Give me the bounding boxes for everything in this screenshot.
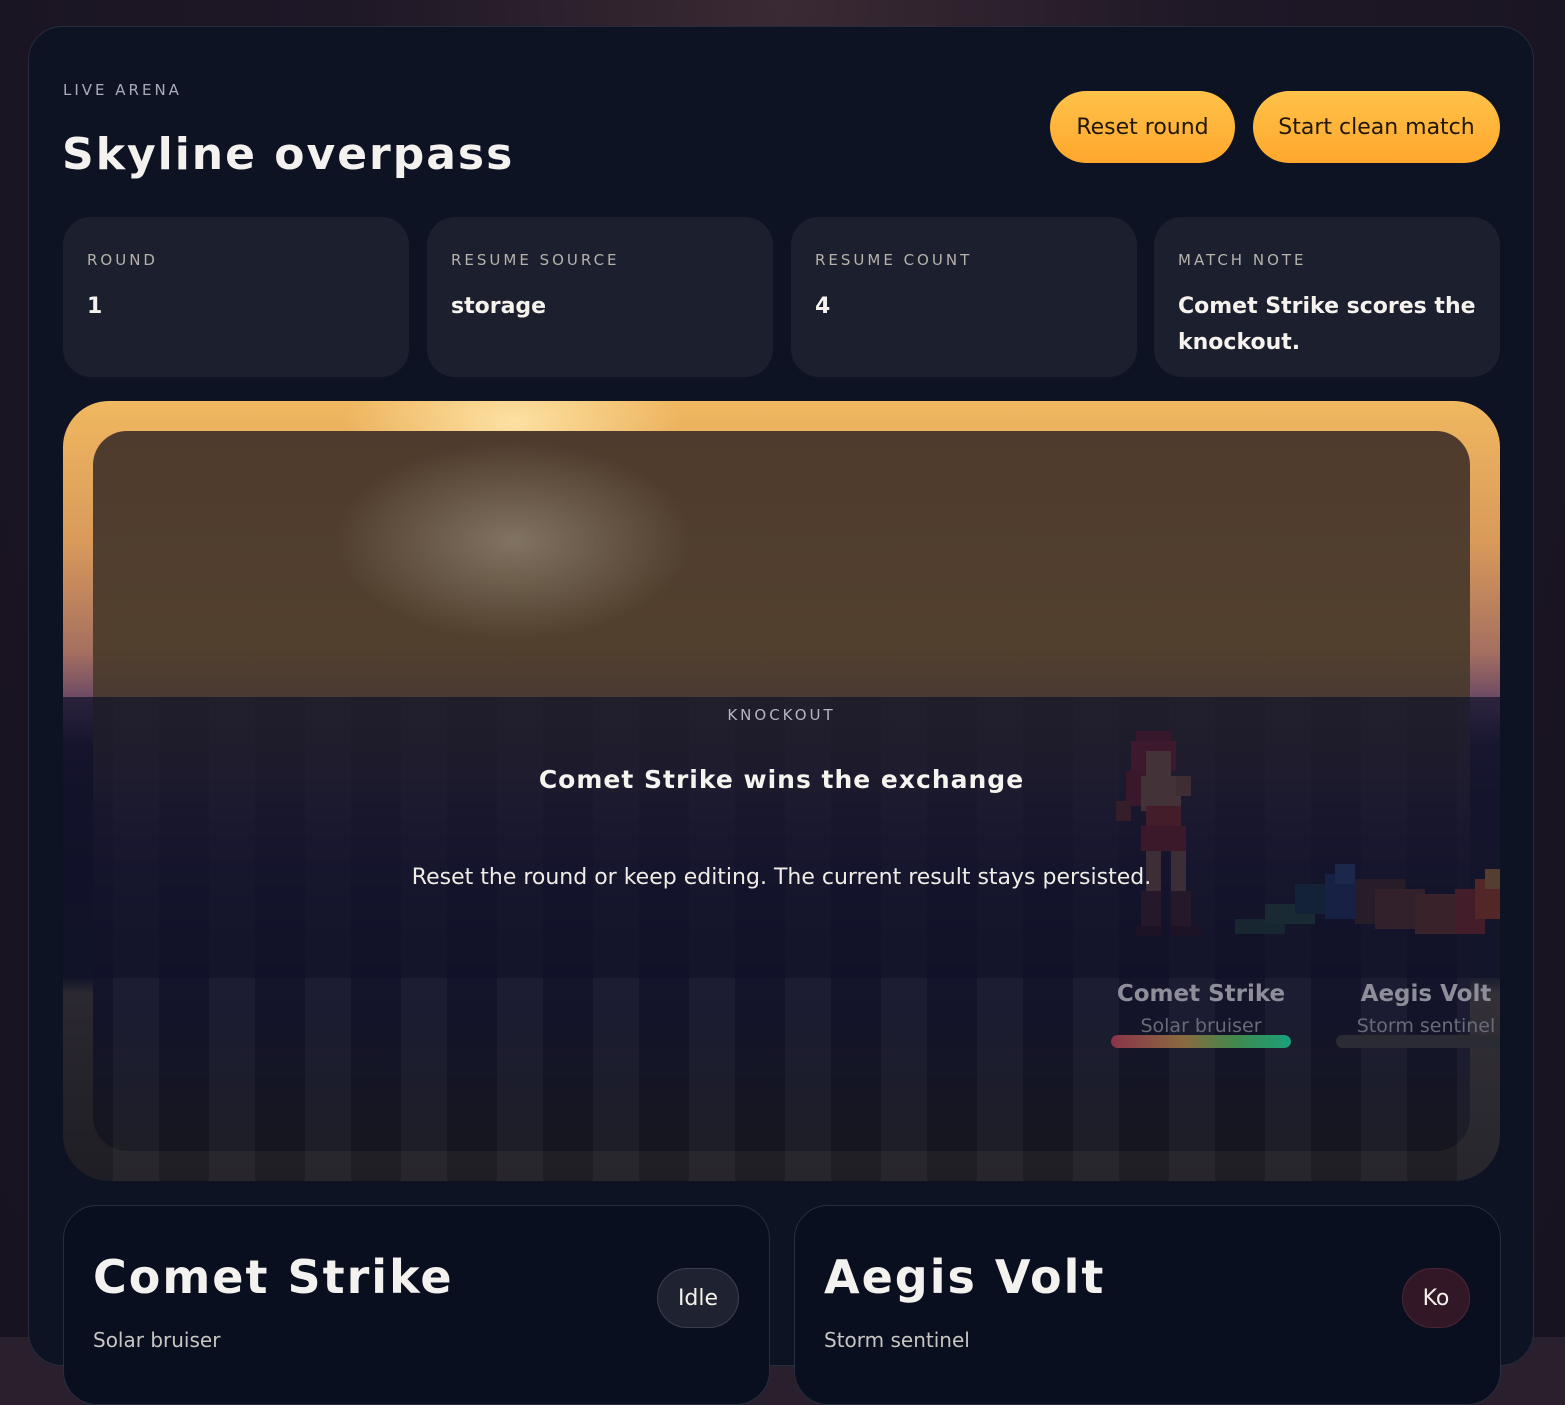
fighter-card-subtitle: Storm sentinel (824, 1328, 970, 1352)
status-badge: Ko (1402, 1268, 1470, 1328)
stat-resume-count: RESUME COUNT 4 (791, 217, 1137, 377)
stat-match-note: MATCH NOTE Comet Strike scores the knock… (1154, 217, 1500, 377)
fighter-subtitle: Solar bruiser (1140, 1015, 1262, 1037)
fighter-card: Comet Strike Solar bruiser Idle (63, 1205, 770, 1405)
stat-value: 4 (815, 294, 831, 319)
health-bar (1111, 1035, 1291, 1048)
overlay-message: Reset the round or keep editing. The cur… (411, 865, 1152, 890)
eyebrow-label: LIVE ARENA (63, 81, 182, 99)
reset-round-button[interactable]: Reset round (1050, 91, 1235, 163)
overlay-label: KNOCKOUT (727, 706, 836, 724)
stat-value: 1 (87, 294, 103, 319)
stat-label: RESUME COUNT (815, 251, 973, 269)
arena-panel: LIVE ARENA Skyline overpass Reset round … (28, 26, 1534, 1405)
health-bar-fill (1111, 1035, 1291, 1048)
overlay-title: Comet Strike wins the exchange (538, 765, 1025, 794)
stat-round: ROUND 1 (63, 217, 409, 377)
fighter-subtitle: Storm sentinel (1356, 1015, 1496, 1037)
fighter-card-name: Comet Strike (93, 1250, 454, 1304)
fighter-card-name: Aegis Volt (824, 1250, 1106, 1304)
stat-value: storage (451, 294, 547, 319)
page-title: Skyline overpass (62, 129, 515, 180)
start-clean-match-button[interactable]: Start clean match (1253, 91, 1500, 163)
health-bar (1336, 1035, 1500, 1048)
stat-label: ROUND (87, 251, 158, 269)
stat-resume-source: RESUME SOURCE storage (427, 217, 773, 377)
stat-value: Comet Strike scores the knockout. (1178, 294, 1476, 355)
arena-stage: KNOCKOUT Comet Strike wins the exchange … (63, 401, 1500, 1181)
fighter-name: Aegis Volt (1360, 981, 1492, 1007)
fighter-name: Comet Strike (1116, 981, 1286, 1007)
stat-label: MATCH NOTE (1178, 251, 1307, 269)
knockout-overlay (63, 697, 1500, 978)
fighter-card-subtitle: Solar bruiser (93, 1328, 221, 1352)
stat-label: RESUME SOURCE (451, 251, 620, 269)
fighter-card: Aegis Volt Storm sentinel Ko (794, 1205, 1501, 1405)
status-badge: Idle (657, 1268, 739, 1328)
